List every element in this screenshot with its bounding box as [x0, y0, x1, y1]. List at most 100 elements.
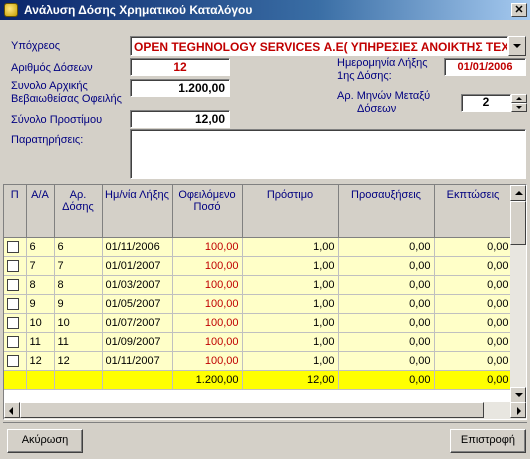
installments-field[interactable]: 12 — [130, 58, 230, 76]
row-checkbox[interactable] — [4, 294, 27, 314]
cell-owed: 100,00 — [172, 294, 243, 314]
cell-surcharges: 0,00 — [338, 332, 435, 352]
row-checkbox[interactable] — [4, 332, 27, 352]
checkbox[interactable] — [7, 278, 19, 291]
dropdown-arrow-icon[interactable] — [508, 36, 526, 56]
cell-discounts: 0,00 — [434, 332, 513, 352]
table-row[interactable]: 11 11 01/09/2007 100,00 1,00 0,00 0,00 — [4, 332, 513, 352]
table-row[interactable]: 8 8 01/03/2007 100,00 1,00 0,00 0,00 — [4, 275, 513, 295]
cell-due-date: 01/11/2006 — [102, 237, 173, 257]
horizontal-scrollbar[interactable] — [4, 402, 526, 419]
spin-down-arrow-icon[interactable] — [511, 103, 527, 112]
cell-surcharges: 0,00 — [338, 294, 435, 314]
footer-bar: Ακύρωση Επιστροφή — [3, 422, 527, 456]
row-checkbox[interactable] — [4, 256, 27, 276]
cell-fine: 1,00 — [242, 351, 339, 371]
cell-dose-no: 6 — [54, 237, 103, 257]
back-button[interactable]: Επιστροφή — [450, 429, 526, 453]
cell-due-date: 01/07/2007 — [102, 313, 173, 333]
cell-surcharges: 0,00 — [338, 256, 435, 276]
totals-empty — [102, 370, 173, 390]
row-checkbox[interactable] — [4, 313, 27, 333]
totals-empty — [4, 370, 27, 390]
checkbox[interactable] — [7, 335, 19, 348]
cell-fine: 1,00 — [242, 237, 339, 257]
checkbox[interactable] — [7, 259, 19, 272]
months-between-value[interactable]: 2 — [461, 94, 511, 112]
cell-due-date: 01/09/2007 — [102, 332, 173, 352]
cell-owed: 100,00 — [172, 275, 243, 295]
col-header-p[interactable]: Π — [4, 185, 27, 238]
cell-discounts: 0,00 — [434, 237, 513, 257]
cell-discounts: 0,00 — [434, 256, 513, 276]
table-row[interactable]: 9 9 01/05/2007 100,00 1,00 0,00 0,00 — [4, 294, 513, 314]
cell-aa: 8 — [26, 275, 55, 295]
initial-debt-label-line2: Βεβαιωθείσας Οφειλής — [11, 93, 122, 105]
col-header-aa[interactable]: Α/Α — [26, 185, 55, 238]
col-header-surcharges[interactable]: Προσαυξήσεις — [338, 185, 435, 238]
cell-dose-no: 12 — [54, 351, 103, 371]
cell-dose-no: 8 — [54, 275, 103, 295]
table-row[interactable]: 7 7 01/01/2007 100,00 1,00 0,00 0,00 — [4, 256, 513, 276]
close-button[interactable]: ✕ — [511, 3, 527, 17]
checkbox[interactable] — [7, 297, 19, 310]
installments-table: Π Α/Α Αρ. Δόσης Ημ/νία Λήξης Οφειλόμενο … — [4, 185, 513, 390]
cell-aa: 6 — [26, 237, 55, 257]
col-header-discounts[interactable]: Εκπτώσεις — [434, 185, 513, 238]
cell-discounts: 0,00 — [434, 294, 513, 314]
cell-due-date: 01/05/2007 — [102, 294, 173, 314]
cancel-button[interactable]: Ακύρωση — [7, 429, 83, 453]
table-row[interactable]: 12 12 01/11/2007 100,00 1,00 0,00 0,00 — [4, 351, 513, 371]
cell-surcharges: 0,00 — [338, 351, 435, 371]
scroll-down-arrow-icon[interactable] — [510, 387, 526, 403]
months-between-spinner[interactable]: 2 — [461, 94, 527, 112]
cell-due-date: 01/03/2007 — [102, 275, 173, 295]
row-checkbox[interactable] — [4, 275, 27, 295]
row-checkbox[interactable] — [4, 237, 27, 257]
row-checkbox[interactable] — [4, 351, 27, 371]
col-header-owed[interactable]: Οφειλόμενο Ποσό — [172, 185, 243, 238]
total-owed: 1.200,00 — [172, 370, 243, 390]
col-header-due-date[interactable]: Ημ/νία Λήξης — [102, 185, 173, 238]
checkbox[interactable] — [7, 240, 19, 253]
first-due-label-line1: Ημερομηνία Λήξης — [337, 57, 428, 69]
horizontal-scroll-thumb[interactable] — [20, 402, 484, 418]
notes-textarea[interactable] — [130, 129, 526, 179]
cell-surcharges: 0,00 — [338, 275, 435, 295]
cell-fine: 1,00 — [242, 294, 339, 314]
cell-owed: 100,00 — [172, 313, 243, 333]
scroll-right-arrow-icon[interactable] — [510, 402, 526, 418]
cell-owed: 100,00 — [172, 256, 243, 276]
cell-aa: 10 — [26, 313, 55, 333]
debtor-value[interactable]: OPEN TEGHNOLOGY SERVICES Α.Ε( ΥΠΗΡΕΣΙΕΣ … — [130, 36, 508, 56]
cell-dose-no: 11 — [54, 332, 103, 352]
col-header-fine[interactable]: Πρόστιμο — [242, 185, 339, 238]
fine-total-field[interactable]: 12,00 — [130, 110, 230, 128]
debtor-combobox[interactable]: OPEN TEGHNOLOGY SERVICES Α.Ε( ΥΠΗΡΕΣΙΕΣ … — [130, 36, 526, 56]
scroll-up-arrow-icon[interactable] — [510, 185, 526, 201]
table-row[interactable]: 6 6 01/11/2006 100,00 1,00 0,00 0,00 — [4, 237, 513, 257]
first-due-date-field[interactable]: 01/01/2006 — [444, 58, 526, 76]
cell-aa: 12 — [26, 351, 55, 371]
cell-surcharges: 0,00 — [338, 313, 435, 333]
cell-owed: 100,00 — [172, 351, 243, 371]
cell-fine: 1,00 — [242, 256, 339, 276]
initial-debt-label-line1: Συνολο Αρχικής — [11, 80, 88, 92]
cell-aa: 11 — [26, 332, 55, 352]
checkbox[interactable] — [7, 354, 19, 367]
initial-debt-field[interactable]: 1.200,00 — [130, 79, 230, 97]
totals-empty — [54, 370, 103, 390]
installments-grid[interactable]: Π Α/Α Αρ. Δόσης Ημ/νία Λήξης Οφειλόμενο … — [3, 184, 527, 420]
cell-due-date: 01/01/2007 — [102, 256, 173, 276]
cell-discounts: 0,00 — [434, 351, 513, 371]
vertical-scrollbar[interactable] — [510, 185, 526, 403]
col-header-dose-no[interactable]: Αρ. Δόσης — [54, 185, 103, 238]
vertical-scroll-thumb[interactable] — [510, 201, 526, 245]
checkbox[interactable] — [7, 316, 19, 329]
first-due-label-line2: 1ης Δόσης: — [337, 70, 392, 82]
scroll-left-arrow-icon[interactable] — [4, 402, 20, 418]
table-row[interactable]: 10 10 01/07/2007 100,00 1,00 0,00 0,00 — [4, 313, 513, 333]
window-title: Ανάλυση Δόσης Χρηματικού Καταλόγου — [24, 3, 253, 17]
cell-dose-no: 7 — [54, 256, 103, 276]
spin-up-arrow-icon[interactable] — [511, 94, 527, 103]
